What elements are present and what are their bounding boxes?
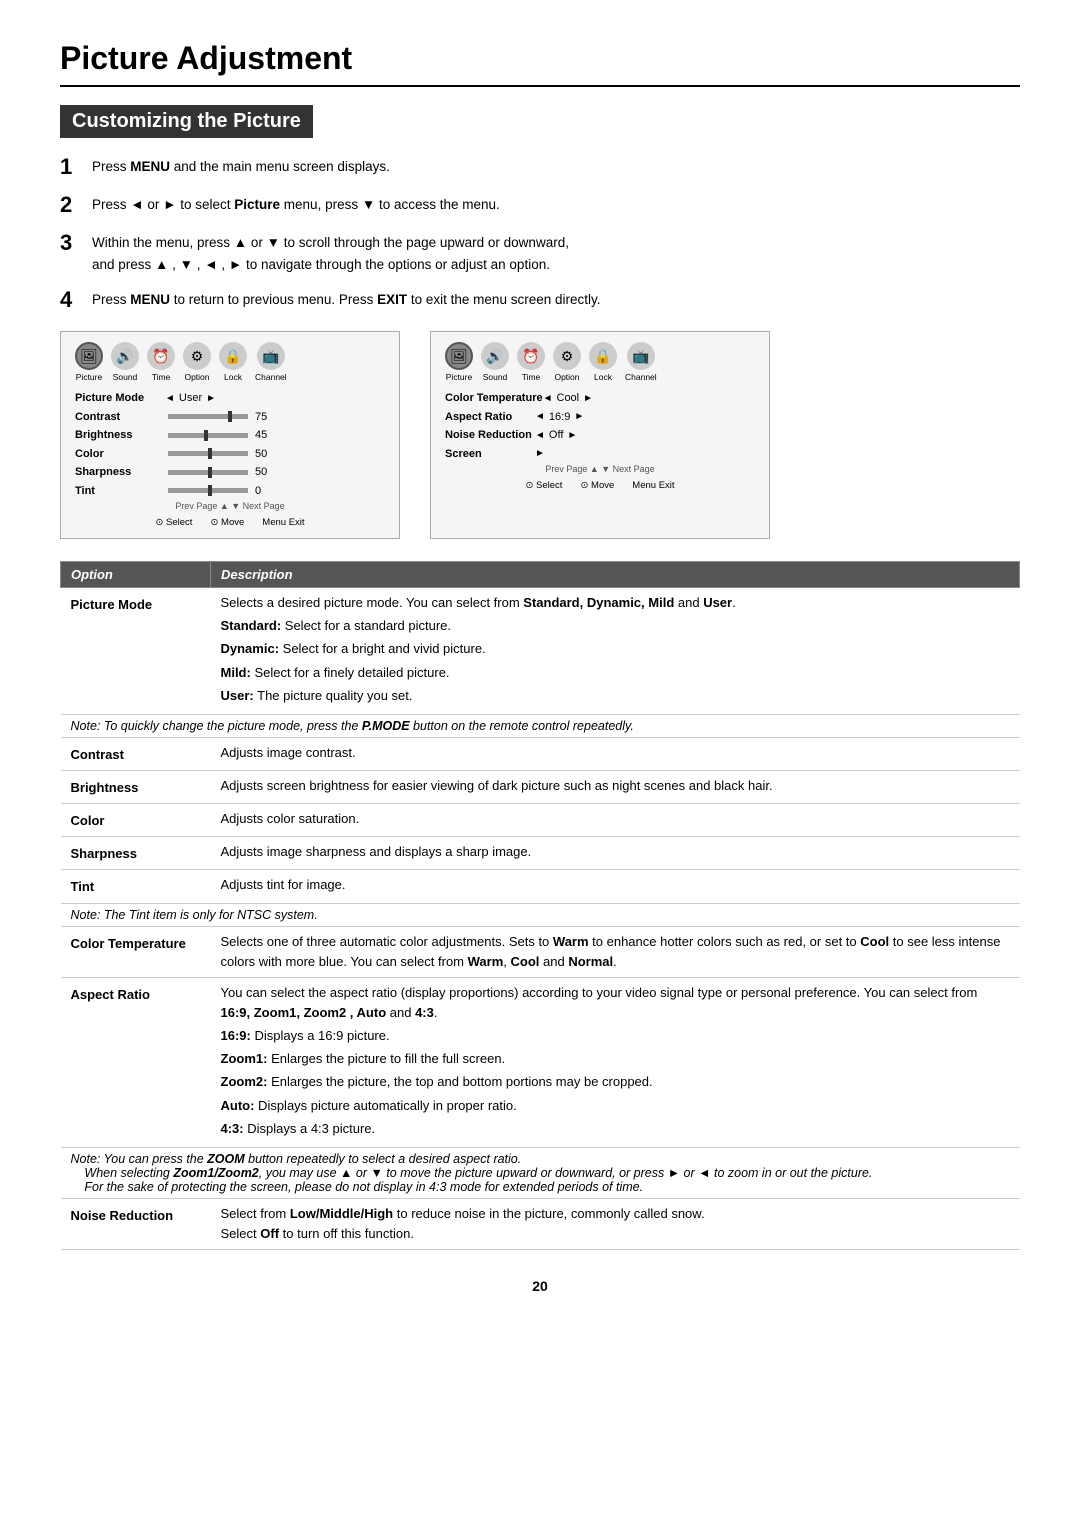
option-table: Option Description Picture Mode Selects … — [60, 561, 1020, 1250]
table-row: Brightness Adjusts screen brightness for… — [61, 771, 1020, 804]
option-sharpness: Sharpness — [61, 837, 211, 870]
menu-row-noisereduction: Noise Reduction ◄ Off ► — [445, 427, 755, 444]
step-3: 3 Within the menu, press ▲ or ▼ to scrol… — [60, 232, 1020, 275]
steps-container: 1 Press MENU and the main menu screen di… — [60, 156, 1020, 313]
icon-picture-left: 🖼 Picture — [75, 342, 103, 382]
menu-row-picturemode: Picture Mode ◄ User ► — [75, 390, 385, 407]
desc-brightness: Adjusts screen brightness for easier vie… — [211, 771, 1020, 804]
option-noise-reduction: Noise Reduction — [61, 1198, 211, 1249]
prev-next-right: Prev Page ▲ ▼ Next Page — [445, 464, 755, 474]
icon-time-right: ⏰ Time — [517, 342, 545, 382]
col-description-header: Description — [211, 562, 1020, 588]
menu-footer-left: ⊙ Select ⊙ Move Menu Exit — [75, 517, 385, 528]
note-row-picturemode: Note: To quickly change the picture mode… — [61, 714, 1020, 737]
menu-row-contrast: Contrast 75 — [75, 409, 385, 426]
icon-channel-right: 📺 Channel — [625, 342, 657, 382]
menu-row-color: Color 50 — [75, 446, 385, 463]
option-brightness: Brightness — [61, 771, 211, 804]
step-1: 1 Press MENU and the main menu screen di… — [60, 156, 1020, 180]
desc-picture-mode: Selects a desired picture mode. You can … — [211, 588, 1020, 715]
menu-right-rows: Color Temperature ◄ Cool ► Aspect Ratio … — [445, 390, 755, 462]
step-text-3: Within the menu, press ▲ or ▼ to scroll … — [92, 232, 569, 275]
page-number: 20 — [60, 1278, 1020, 1294]
table-row: Noise Reduction Select from Low/Middle/H… — [61, 1198, 1020, 1249]
note-row-aspectratio: Note: You can press the ZOOM button repe… — [61, 1147, 1020, 1198]
icon-picture-right: 🖼 Picture — [445, 342, 473, 382]
desc-aspect-ratio: You can select the aspect ratio (display… — [211, 977, 1020, 1147]
step-text-2: Press ◄ or ► to select Picture menu, pre… — [92, 194, 500, 216]
step-4: 4 Press MENU to return to previous menu.… — [60, 289, 1020, 313]
section-heading: Customizing the Picture — [60, 105, 313, 138]
menu-row-colortemp: Color Temperature ◄ Cool ► — [445, 390, 755, 407]
col-option-header: Option — [61, 562, 211, 588]
table-row: Sharpness Adjusts image sharpness and di… — [61, 837, 1020, 870]
step-num-2: 2 — [60, 192, 92, 218]
icon-time-left: ⏰ Time — [147, 342, 175, 382]
desc-tint: Adjusts tint for image. — [211, 870, 1020, 903]
prev-next-left: Prev Page ▲ ▼ Next Page — [75, 501, 385, 511]
table-row: Color Adjusts color saturation. — [61, 804, 1020, 837]
note-row-tint: Note: The Tint item is only for NTSC sys… — [61, 903, 1020, 926]
option-color-temperature: Color Temperature — [61, 926, 211, 977]
desc-contrast: Adjusts image contrast. — [211, 737, 1020, 770]
icon-channel-left: 📺 Channel — [255, 342, 287, 382]
menu-row-aspectratio: Aspect Ratio ◄ 16:9 ► — [445, 409, 755, 426]
menu-left: 🖼 Picture 🔊 Sound ⏰ Time ⚙ Option 🔒 Lock… — [60, 331, 400, 539]
menu-row-screen: Screen ► — [445, 446, 755, 463]
icon-lock-left: 🔒 Lock — [219, 342, 247, 382]
step-num-3: 3 — [60, 230, 92, 256]
desc-noise-reduction: Select from Low/Middle/High to reduce no… — [211, 1198, 1020, 1249]
icon-sound-right: 🔊 Sound — [481, 342, 509, 382]
menu-row-brightness: Brightness 45 — [75, 427, 385, 444]
menu-right-icons: 🖼 Picture 🔊 Sound ⏰ Time ⚙ Option 🔒 Lock… — [445, 342, 755, 382]
table-row: Tint Adjusts tint for image. — [61, 870, 1020, 903]
menu-left-rows: Picture Mode ◄ User ► Contrast 75 Bright… — [75, 390, 385, 499]
step-text-1: Press MENU and the main menu screen disp… — [92, 156, 390, 178]
option-aspect-ratio: Aspect Ratio — [61, 977, 211, 1147]
step-num-4: 4 — [60, 287, 92, 313]
desc-sharpness: Adjusts image sharpness and displays a s… — [211, 837, 1020, 870]
option-contrast: Contrast — [61, 737, 211, 770]
icon-sound-left: 🔊 Sound — [111, 342, 139, 382]
desc-color: Adjusts color saturation. — [211, 804, 1020, 837]
menu-screenshots: 🖼 Picture 🔊 Sound ⏰ Time ⚙ Option 🔒 Lock… — [60, 331, 1020, 539]
step-text-4: Press MENU to return to previous menu. P… — [92, 289, 600, 311]
icon-option-right: ⚙ Option — [553, 342, 581, 382]
table-row: Contrast Adjusts image contrast. — [61, 737, 1020, 770]
option-picture-mode: Picture Mode — [61, 588, 211, 715]
step-2: 2 Press ◄ or ► to select Picture menu, p… — [60, 194, 1020, 218]
option-tint: Tint — [61, 870, 211, 903]
menu-left-icons: 🖼 Picture 🔊 Sound ⏰ Time ⚙ Option 🔒 Lock… — [75, 342, 385, 382]
menu-right: 🖼 Picture 🔊 Sound ⏰ Time ⚙ Option 🔒 Lock… — [430, 331, 770, 539]
step-num-1: 1 — [60, 154, 92, 180]
table-header-row: Option Description — [61, 562, 1020, 588]
page-title: Picture Adjustment — [60, 40, 1020, 87]
table-row: Color Temperature Selects one of three a… — [61, 926, 1020, 977]
option-color: Color — [61, 804, 211, 837]
table-row: Aspect Ratio You can select the aspect r… — [61, 977, 1020, 1147]
table-row: Picture Mode Selects a desired picture m… — [61, 588, 1020, 715]
desc-color-temperature: Selects one of three automatic color adj… — [211, 926, 1020, 977]
icon-option-left: ⚙ Option — [183, 342, 211, 382]
menu-footer-right: ⊙ Select ⊙ Move Menu Exit — [445, 480, 755, 491]
icon-lock-right: 🔒 Lock — [589, 342, 617, 382]
menu-row-tint: Tint 0 — [75, 483, 385, 500]
menu-row-sharpness: Sharpness 50 — [75, 464, 385, 481]
